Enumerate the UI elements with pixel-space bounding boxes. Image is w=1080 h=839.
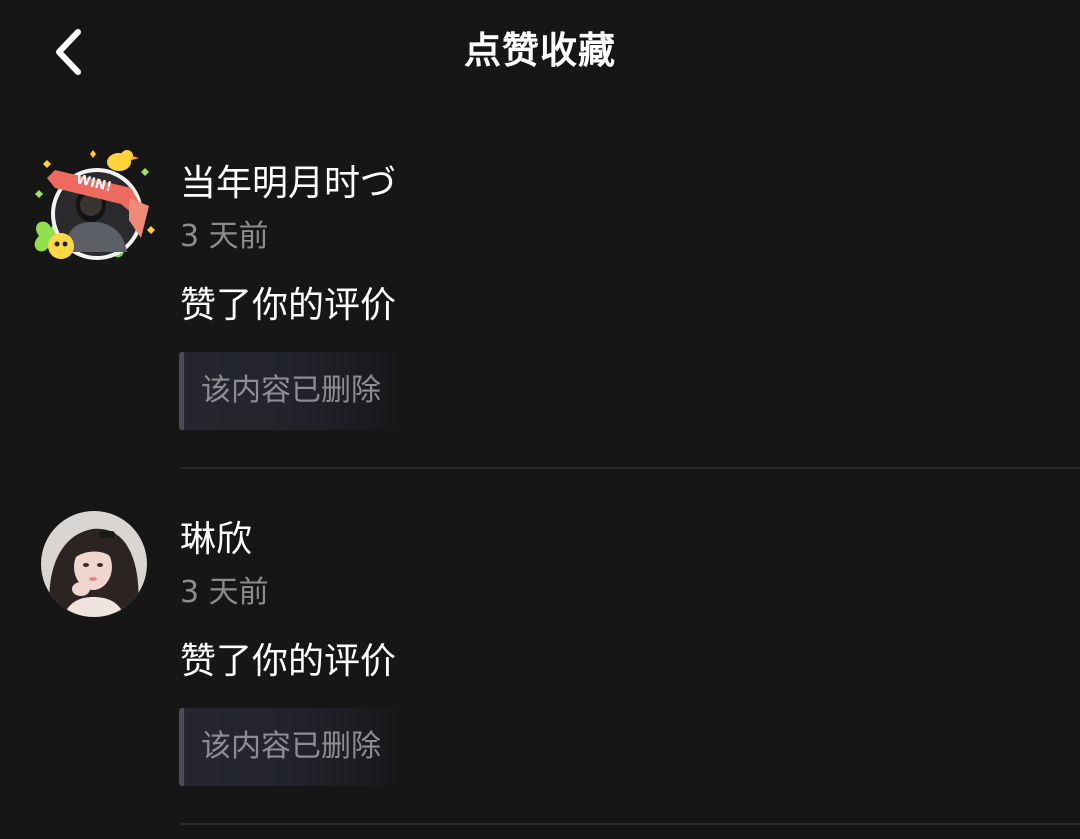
quoted-content[interactable]: 该内容已删除 (179, 708, 405, 786)
quoted-content-text: 该内容已删除 (201, 729, 381, 764)
quote-bar (179, 708, 184, 786)
timestamp: 3 天前 (180, 575, 269, 610)
action-text: 赞了你的评价 (180, 641, 397, 682)
avatar[interactable] (41, 511, 147, 617)
app-screen: 点赞收藏 WIN! 当年明月时づ 3 天前 赞了你的评价 该内容已删除 琳欣 3… (0, 0, 1080, 839)
username[interactable]: 琳欣 (180, 518, 252, 562)
avatar-photo (41, 511, 147, 617)
notification-item[interactable]: 琳欣 3 天前 赞了你的评价 该内容已删除 (0, 0, 1080, 839)
divider (180, 823, 1080, 825)
